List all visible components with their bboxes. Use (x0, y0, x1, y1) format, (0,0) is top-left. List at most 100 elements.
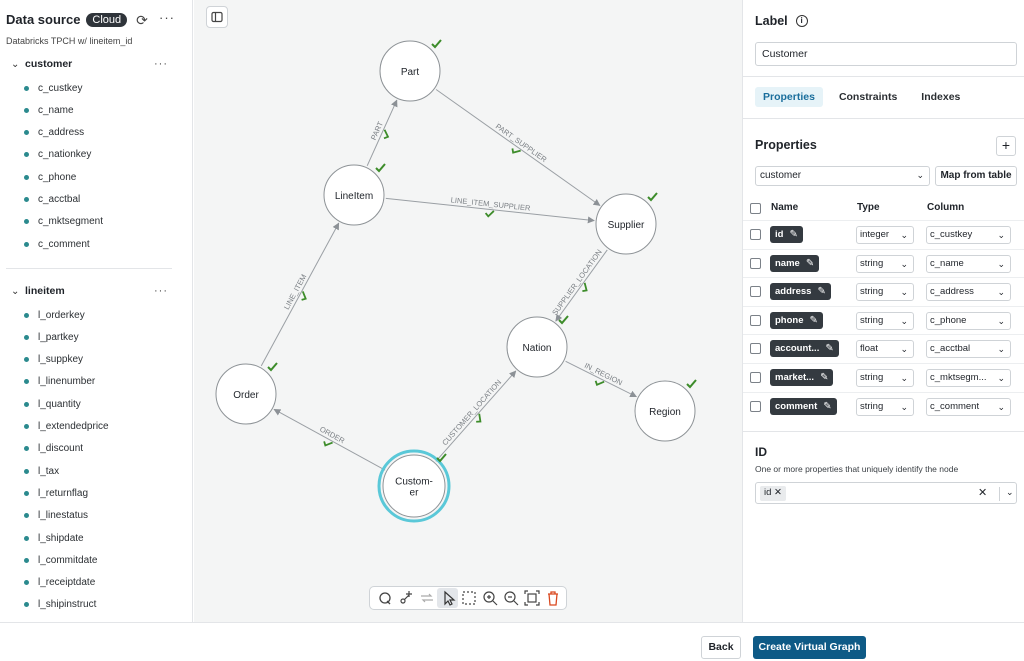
row-checkbox[interactable] (750, 372, 761, 383)
column-item[interactable]: c_address (24, 126, 84, 140)
more-options-icon[interactable]: ··· (154, 58, 168, 70)
property-name-chip[interactable]: market... ✎ (770, 369, 834, 386)
column-item[interactable]: l_returnflag (24, 486, 88, 500)
back-button[interactable]: Back (701, 636, 741, 659)
box-select-tool[interactable] (458, 588, 479, 608)
row-checkbox[interactable] (750, 343, 761, 355)
chevron-down-icon[interactable]: ⌄ (11, 59, 21, 70)
column-item[interactable]: c_acctbal (24, 193, 80, 207)
column-select[interactable]: c_comment ⌄ (926, 397, 1011, 416)
pencil-icon[interactable]: ✎ (789, 229, 797, 240)
info-icon[interactable]: i (795, 15, 808, 27)
type-select[interactable]: string ⌄ (856, 369, 914, 387)
tab-indexes[interactable]: Indexes (913, 87, 968, 107)
refresh-icon[interactable]: ⟳ (134, 12, 150, 28)
pencil-icon[interactable]: ✎ (817, 286, 825, 297)
lasso-select-tool[interactable] (374, 588, 395, 608)
node-supplier[interactable]: Supplier (595, 192, 658, 255)
tab-properties[interactable]: Properties (755, 87, 823, 107)
pencil-icon[interactable]: ✎ (820, 372, 828, 383)
more-options-icon[interactable]: ··· (154, 285, 168, 297)
node-nation[interactable]: Nation (506, 315, 569, 378)
add-node-tool[interactable] (395, 588, 416, 608)
type-select[interactable]: string ⌄ (856, 254, 914, 273)
column-select[interactable]: c_name ⌄ (926, 254, 1011, 273)
column-item[interactable]: l_discount (24, 442, 83, 456)
remove-icon[interactable]: ✕ (774, 487, 782, 498)
fit-view-tool[interactable] (521, 588, 542, 608)
create-virtual-graph-button[interactable]: Create Virtual Graph (753, 636, 866, 659)
edge-order[interactable] (273, 408, 386, 471)
column-item[interactable]: l_commitdate (24, 553, 97, 567)
chevron-down-icon[interactable]: ⌄ (999, 487, 1014, 501)
swap-tool[interactable] (416, 588, 437, 608)
pencil-icon[interactable]: ✎ (823, 401, 831, 412)
column-item[interactable]: l_tax (24, 464, 59, 478)
chevron-down-icon[interactable]: ⌄ (11, 286, 21, 297)
column-item[interactable]: l_suppkey (24, 353, 83, 367)
label-input[interactable]: Customer (755, 42, 1017, 66)
type-select[interactable]: string ⌄ (856, 397, 914, 416)
type-select[interactable]: integer ⌄ (856, 226, 914, 244)
table-group-customer[interactable]: ⌄ customer ··· (0, 55, 180, 73)
edge-customer-location[interactable] (435, 370, 517, 462)
edge-supplier-location[interactable] (555, 249, 608, 322)
pointer-tool[interactable] (437, 588, 458, 608)
row-checkbox[interactable] (750, 286, 761, 298)
column-item[interactable]: c_mktsegment (24, 215, 103, 229)
row-checkbox[interactable] (750, 229, 761, 240)
row-checkbox[interactable] (750, 314, 761, 326)
add-property-button[interactable]: + (996, 136, 1016, 156)
delete-tool[interactable] (542, 588, 563, 608)
pencil-icon[interactable]: ✎ (806, 258, 814, 269)
column-select[interactable]: c_phone ⌄ (926, 311, 1011, 330)
column-item[interactable]: c_name (24, 103, 74, 117)
column-item[interactable]: l_linestatus (24, 509, 88, 523)
column-item[interactable]: l_shipinstruct (24, 598, 96, 612)
id-select[interactable]: id ✕ ✕ ⌄ (755, 482, 1017, 504)
column-item[interactable]: l_receiptdate (24, 576, 95, 590)
property-name-chip[interactable]: phone ✎ (770, 311, 823, 329)
table-group-lineitem[interactable]: ⌄ lineitem ··· (0, 282, 180, 300)
property-name-chip[interactable]: comment ✎ (770, 397, 837, 415)
node-part[interactable]: Part (379, 39, 442, 102)
column-item[interactable]: c_comment (24, 237, 90, 251)
more-options-icon[interactable]: ··· (158, 10, 176, 28)
clear-icon[interactable]: ✕ (978, 486, 987, 499)
edge-part-supplier[interactable] (435, 89, 601, 206)
edge-line-item[interactable] (260, 222, 340, 367)
pencil-icon[interactable]: ✎ (810, 315, 818, 326)
column-select[interactable]: c_address ⌄ (926, 283, 1011, 302)
column-select[interactable]: c_acctbal ⌄ (926, 340, 1011, 359)
column-item[interactable]: c_phone (24, 170, 76, 184)
type-select[interactable]: string ⌄ (856, 283, 914, 302)
column-item[interactable]: l_linenumber (24, 375, 95, 389)
property-name-chip[interactable]: id ✎ (770, 226, 803, 243)
zoom-in-tool[interactable] (479, 588, 500, 608)
node-region[interactable]: Region (634, 379, 697, 442)
row-checkbox[interactable] (750, 400, 761, 412)
node-lineitem[interactable]: LineItem (323, 163, 386, 226)
graph-canvas[interactable]: PART PART_SUPPLIER LINE_ITEM_SUPPLIER SUPPL… (194, 0, 742, 622)
zoom-out-tool[interactable] (500, 588, 521, 608)
tab-constraints[interactable]: Constraints (831, 87, 905, 107)
select-all-checkbox[interactable] (750, 203, 761, 214)
type-select[interactable]: string ⌄ (856, 311, 914, 330)
column-select[interactable]: c_custkey ⌄ (926, 226, 1011, 244)
column-item[interactable]: l_orderkey (24, 308, 85, 322)
property-name-chip[interactable]: name ✎ (770, 254, 820, 272)
node-customer[interactable]: Custom-er (377, 449, 451, 523)
property-name-chip[interactable]: account... ✎ (770, 340, 839, 358)
column-item[interactable]: l_extendedprice (24, 420, 109, 434)
source-table-select[interactable]: customer ⌄ (755, 166, 930, 186)
type-select[interactable]: float ⌄ (856, 340, 914, 359)
node-order[interactable]: Order (215, 362, 278, 425)
column-select[interactable]: c_mktsegm... ⌄ (926, 369, 1011, 387)
pencil-icon[interactable]: ✎ (825, 343, 833, 354)
column-item[interactable]: l_quantity (24, 397, 81, 411)
column-item[interactable]: l_partkey (24, 330, 79, 344)
property-name-chip[interactable]: address ✎ (770, 283, 831, 301)
row-checkbox[interactable] (750, 257, 761, 269)
map-from-table-button[interactable]: Map from table (935, 166, 1017, 186)
column-item[interactable]: l_shipdate (24, 531, 84, 545)
